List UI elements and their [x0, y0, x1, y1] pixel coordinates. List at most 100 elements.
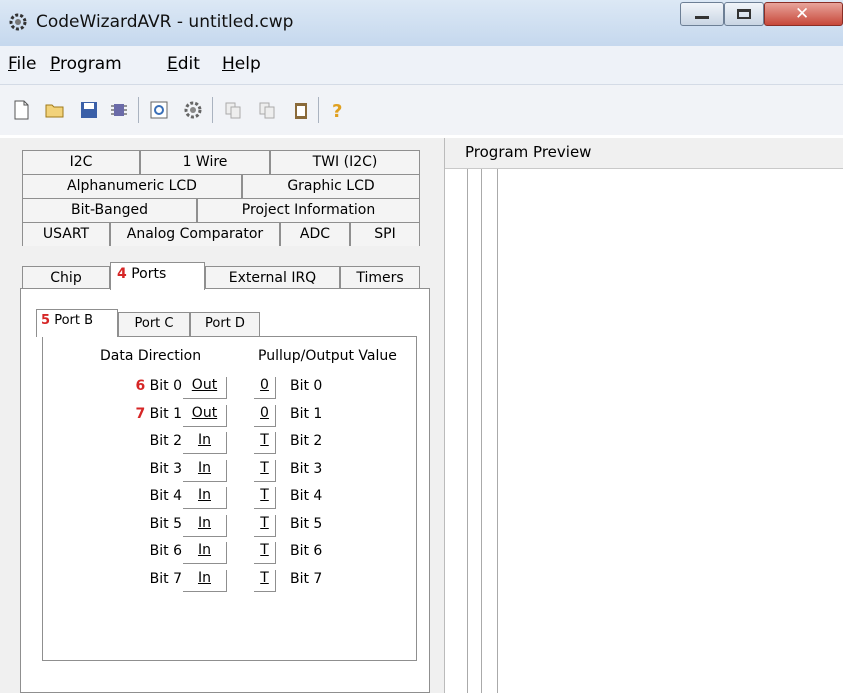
data-direction-toggle[interactable]: In: [183, 514, 227, 537]
tab-timers[interactable]: Timers: [340, 266, 420, 290]
step-marker: 5: [41, 313, 51, 328]
toolbar: ?: [0, 85, 843, 135]
preview-gutter-line: [481, 169, 482, 693]
new-file-icon[interactable]: [10, 99, 32, 121]
data-direction-toggle[interactable]: Out: [183, 377, 227, 399]
tab-bit-banged[interactable]: Bit-Banged: [22, 198, 197, 222]
menu-program[interactable]: Program: [50, 54, 122, 74]
step-marker: 4: [117, 266, 127, 282]
tab-graphic-lcd[interactable]: Graphic LCD: [242, 174, 420, 198]
output-bit-label: Bit 6: [290, 543, 323, 559]
output-bit-label: Bit 3: [290, 460, 323, 477]
app-gear-icon[interactable]: [8, 12, 28, 32]
data-direction-toggle[interactable]: In: [183, 432, 227, 454]
port-bit-row: Bit 7 In T Bit 7: [0, 569, 444, 597]
data-direction-header: Data Direction: [100, 348, 202, 364]
preview-gutter-line: [467, 169, 468, 693]
bit-label: 6 Bit 0: [135, 378, 182, 394]
maximize-icon: [737, 9, 751, 19]
program-preview-header: Program Preview: [445, 138, 843, 169]
program-preview-title: Program Preview: [465, 143, 592, 161]
tab-usart[interactable]: USART: [22, 222, 110, 246]
generate-gear-icon[interactable]: [182, 99, 204, 121]
step-marker: 7: [135, 405, 146, 422]
close-button[interactable]: ✕: [764, 2, 843, 26]
pullup-output-toggle[interactable]: 0: [254, 377, 276, 399]
toolbar-separator: [318, 97, 319, 123]
toolbar-separator: [138, 97, 139, 123]
tab-chip[interactable]: Chip: [22, 266, 110, 290]
tab-1-wire[interactable]: 1 Wire: [140, 150, 270, 174]
tab-analog-comparator[interactable]: Analog Comparator: [110, 222, 280, 246]
title-bar: CodeWizardAVR - untitled.cwp ✕: [0, 0, 843, 47]
tab-ports[interactable]: 4 Ports: [110, 262, 205, 290]
tab-alphanumeric-lcd[interactable]: Alphanumeric LCD: [22, 174, 242, 198]
tab-i2c[interactable]: I2C: [22, 150, 140, 174]
output-bit-label: Bit 4: [290, 488, 323, 504]
menu-help[interactable]: Help: [222, 54, 261, 74]
pullup-output-toggle[interactable]: T: [254, 432, 276, 454]
minimize-button[interactable]: [680, 2, 724, 26]
output-bit-label: Bit 7: [290, 570, 323, 587]
data-direction-toggle[interactable]: In: [183, 459, 227, 482]
bit-label: Bit 5: [149, 515, 182, 532]
step-marker: 6: [135, 378, 146, 394]
data-direction-toggle[interactable]: Out: [183, 404, 227, 427]
data-direction-toggle[interactable]: In: [183, 542, 227, 564]
port-bit-row: 6 Bit 0 Out 0 Bit 0: [0, 377, 444, 404]
menu-edit[interactable]: Edit: [167, 54, 200, 74]
pullup-output-toggle[interactable]: T: [254, 459, 276, 482]
pullup-output-header: Pullup/Output Value: [258, 348, 397, 364]
pullup-output-toggle[interactable]: T: [254, 487, 276, 509]
subtab-port-b[interactable]: 5 Port B: [36, 309, 118, 337]
help-question-icon[interactable]: ?: [326, 99, 348, 121]
port-bit-row: Bit 6 In T Bit 6: [0, 542, 444, 569]
minimize-icon: [695, 16, 709, 19]
chip-icon[interactable]: [108, 99, 130, 121]
port-bit-row: Bit 2 In T Bit 2: [0, 432, 444, 459]
port-bit-row: Bit 4 In T Bit 4: [0, 487, 444, 514]
close-icon: ✕: [795, 4, 810, 24]
output-bit-label: Bit 2: [290, 433, 323, 449]
preview-gutter-line: [497, 169, 498, 693]
output-bit-label: Bit 5: [290, 515, 323, 532]
port-bit-row: Bit 5 In T Bit 5: [0, 514, 444, 542]
svg-text:?: ?: [332, 101, 342, 121]
bit-label: Bit 2: [149, 433, 182, 449]
bit-label: Bit 4: [149, 488, 182, 504]
open-folder-icon[interactable]: [44, 99, 66, 121]
save-icon[interactable]: [78, 99, 100, 121]
pullup-output-toggle[interactable]: T: [254, 542, 276, 564]
pullup-output-toggle[interactable]: 0: [254, 404, 276, 427]
clipboard-icon[interactable]: [290, 99, 312, 121]
subtab-port-d[interactable]: Port D: [190, 312, 260, 336]
tab-adc[interactable]: ADC: [280, 222, 350, 246]
subtab-port-b-label: Port B: [54, 313, 94, 328]
window-title: CodeWizardAVR - untitled.cwp: [36, 12, 294, 32]
tab-ports-label: Ports: [131, 266, 167, 282]
program-preview-panel: Program Preview: [445, 138, 843, 693]
menu-bar: File Program Edit Help: [0, 46, 843, 85]
data-direction-toggle[interactable]: In: [183, 569, 227, 592]
toolbar-separator: [212, 97, 213, 123]
bit-label: Bit 3: [149, 460, 182, 477]
tab-project-information[interactable]: Project Information: [197, 198, 420, 222]
pullup-output-toggle[interactable]: T: [254, 514, 276, 537]
port-bit-row: 7 Bit 1 Out 0 Bit 1: [0, 404, 444, 432]
pullup-output-toggle[interactable]: T: [254, 569, 276, 592]
paste-icon[interactable]: [256, 99, 278, 121]
menu-file[interactable]: File: [8, 54, 36, 74]
copy-icon[interactable]: [222, 99, 244, 121]
subtab-port-c[interactable]: Port C: [118, 312, 190, 336]
bit-label: 7 Bit 1: [135, 405, 182, 422]
tab-twi-i2c[interactable]: TWI (I2C): [270, 150, 420, 174]
output-bit-label: Bit 1: [290, 405, 323, 422]
preview-icon[interactable]: [148, 99, 170, 121]
bit-label: Bit 6: [149, 543, 182, 559]
tab-external-irq[interactable]: External IRQ: [205, 266, 340, 290]
maximize-button[interactable]: [724, 2, 764, 26]
output-bit-label: Bit 0: [290, 378, 323, 394]
bit-label: Bit 7: [149, 570, 182, 587]
data-direction-toggle[interactable]: In: [183, 487, 227, 509]
tab-spi[interactable]: SPI: [350, 222, 420, 246]
